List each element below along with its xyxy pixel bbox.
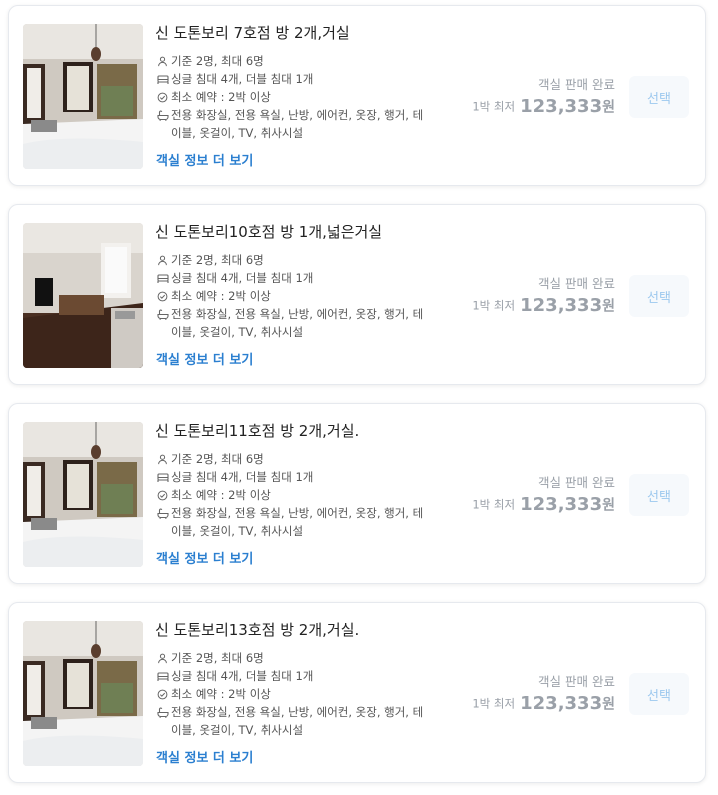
- room-photo[interactable]: [23, 223, 143, 368]
- price-info: 1박 최저 123,333원: [472, 295, 615, 316]
- spec-row: 싱글 침대 4개, 더블 침대 1개: [156, 468, 426, 486]
- room-title: 신 도톤보리11호점 방 2개,거실.: [155, 422, 360, 440]
- room-photo[interactable]: [23, 422, 143, 567]
- price-amount: 123,333: [520, 96, 603, 117]
- sold-out-status: 객실 판매 완료: [538, 475, 615, 490]
- spec-row: 최소 예약 : 2박 이상: [156, 685, 426, 703]
- spec-row: 전용 화장실, 전용 욕실, 난방, 에어컨, 옷장, 행거, 테이블, 옷걸이…: [156, 703, 426, 739]
- select-button[interactable]: 선택: [629, 673, 689, 715]
- spec-row: 싱글 침대 4개, 더블 침대 1개: [156, 269, 426, 287]
- spec-text: 싱글 침대 4개, 더블 침대 1개: [171, 271, 314, 285]
- price-label: 1박 최저: [472, 99, 516, 114]
- room-title: 신 도톤보리10호점 방 1개,넓은거실: [155, 223, 383, 241]
- bed-icon: [156, 468, 169, 486]
- room-card[interactable]: 신 도톤보리 7호점 방 2개,거실기준 2명, 최대 6명싱글 침대 4개, …: [8, 5, 706, 186]
- spec-row: 전용 화장실, 전용 욕실, 난방, 에어컨, 옷장, 행거, 테이블, 옷걸이…: [156, 106, 426, 142]
- room-photo[interactable]: [23, 621, 143, 766]
- spec-text: 전용 화장실, 전용 욕실, 난방, 에어컨, 옷장, 행거, 테이블, 옷걸이…: [171, 506, 424, 538]
- spec-text: 기준 2명, 최대 6명: [171, 651, 264, 665]
- check-circle-icon: [156, 287, 169, 305]
- sold-out-status: 객실 판매 완료: [538, 674, 615, 689]
- spec-row: 최소 예약 : 2박 이상: [156, 287, 426, 305]
- select-button[interactable]: 선택: [629, 474, 689, 516]
- price-currency: 원: [602, 99, 615, 116]
- spec-text: 싱글 침대 4개, 더블 침대 1개: [171, 72, 314, 86]
- bathtub-icon: [156, 106, 169, 124]
- room-title: 신 도톤보리13호점 방 2개,거실.: [155, 621, 360, 639]
- price-label: 1박 최저: [472, 497, 516, 512]
- sold-out-status: 객실 판매 완료: [538, 77, 615, 92]
- bed-icon: [156, 667, 169, 685]
- person-icon: [156, 450, 169, 468]
- price-currency: 원: [602, 497, 615, 514]
- room-specs: 기준 2명, 최대 6명싱글 침대 4개, 더블 침대 1개최소 예약 : 2박…: [156, 450, 426, 540]
- price-currency: 원: [602, 696, 615, 713]
- spec-text: 최소 예약 : 2박 이상: [171, 488, 271, 502]
- room-details-link[interactable]: 객실 정보 더 보기: [156, 349, 253, 368]
- room-specs: 기준 2명, 최대 6명싱글 침대 4개, 더블 침대 1개최소 예약 : 2박…: [156, 649, 426, 739]
- bathtub-icon: [156, 504, 169, 522]
- sold-out-status: 객실 판매 완료: [538, 276, 615, 291]
- check-circle-icon: [156, 88, 169, 106]
- select-button[interactable]: 선택: [629, 76, 689, 118]
- spec-row: 싱글 침대 4개, 더블 침대 1개: [156, 667, 426, 685]
- spec-text: 기준 2명, 최대 6명: [171, 452, 264, 466]
- bathtub-icon: [156, 305, 169, 323]
- price-label: 1박 최저: [472, 696, 516, 711]
- room-details-link[interactable]: 객실 정보 더 보기: [156, 548, 253, 567]
- spec-row: 기준 2명, 최대 6명: [156, 450, 426, 468]
- spec-row: 최소 예약 : 2박 이상: [156, 486, 426, 504]
- room-photo[interactable]: [23, 24, 143, 169]
- spec-text: 전용 화장실, 전용 욕실, 난방, 에어컨, 옷장, 행거, 테이블, 옷걸이…: [171, 307, 424, 339]
- check-circle-icon: [156, 486, 169, 504]
- price-amount: 123,333: [520, 693, 603, 714]
- spec-row: 기준 2명, 최대 6명: [156, 251, 426, 269]
- price-amount: 123,333: [520, 494, 603, 515]
- price-info: 1박 최저 123,333원: [472, 96, 615, 117]
- spec-text: 최소 예약 : 2박 이상: [171, 90, 271, 104]
- person-icon: [156, 251, 169, 269]
- spec-text: 기준 2명, 최대 6명: [171, 253, 264, 267]
- spec-row: 기준 2명, 최대 6명: [156, 52, 426, 70]
- check-circle-icon: [156, 685, 169, 703]
- spec-row: 싱글 침대 4개, 더블 침대 1개: [156, 70, 426, 88]
- room-title: 신 도톤보리 7호점 방 2개,거실: [155, 24, 350, 42]
- price-label: 1박 최저: [472, 298, 516, 313]
- spec-text: 최소 예약 : 2박 이상: [171, 687, 271, 701]
- spec-row: 최소 예약 : 2박 이상: [156, 88, 426, 106]
- spec-text: 최소 예약 : 2박 이상: [171, 289, 271, 303]
- spec-text: 전용 화장실, 전용 욕실, 난방, 에어컨, 옷장, 행거, 테이블, 옷걸이…: [171, 705, 424, 737]
- room-card[interactable]: 신 도톤보리13호점 방 2개,거실. 기준 2명, 최대 6명싱글 침대 4개,…: [8, 602, 706, 783]
- spec-row: 전용 화장실, 전용 욕실, 난방, 에어컨, 옷장, 행거, 테이블, 옷걸이…: [156, 504, 426, 540]
- spec-text: 기준 2명, 최대 6명: [171, 54, 264, 68]
- room-card[interactable]: 신 도톤보리10호점 방 1개,넓은거실기준 2명, 최대 6명싱글 침대 4개…: [8, 204, 706, 385]
- bathtub-icon: [156, 703, 169, 721]
- room-details-link[interactable]: 객실 정보 더 보기: [156, 747, 253, 766]
- price-currency: 원: [602, 298, 615, 315]
- spec-row: 기준 2명, 최대 6명: [156, 649, 426, 667]
- price-info: 1박 최저 123,333원: [472, 693, 615, 714]
- price-amount: 123,333: [520, 295, 603, 316]
- person-icon: [156, 649, 169, 667]
- bed-icon: [156, 70, 169, 88]
- room-specs: 기준 2명, 최대 6명싱글 침대 4개, 더블 침대 1개최소 예약 : 2박…: [156, 251, 426, 341]
- spec-text: 싱글 침대 4개, 더블 침대 1개: [171, 470, 314, 484]
- person-icon: [156, 52, 169, 70]
- select-button[interactable]: 선택: [629, 275, 689, 317]
- spec-row: 전용 화장실, 전용 욕실, 난방, 에어컨, 옷장, 행거, 테이블, 옷걸이…: [156, 305, 426, 341]
- price-info: 1박 최저 123,333원: [472, 494, 615, 515]
- room-details-link[interactable]: 객실 정보 더 보기: [156, 150, 253, 169]
- spec-text: 싱글 침대 4개, 더블 침대 1개: [171, 669, 314, 683]
- bed-icon: [156, 269, 169, 287]
- room-specs: 기준 2명, 최대 6명싱글 침대 4개, 더블 침대 1개최소 예약 : 2박…: [156, 52, 426, 142]
- spec-text: 전용 화장실, 전용 욕실, 난방, 에어컨, 옷장, 행거, 테이블, 옷걸이…: [171, 108, 424, 140]
- room-card[interactable]: 신 도톤보리11호점 방 2개,거실. 기준 2명, 최대 6명싱글 침대 4개,…: [8, 403, 706, 584]
